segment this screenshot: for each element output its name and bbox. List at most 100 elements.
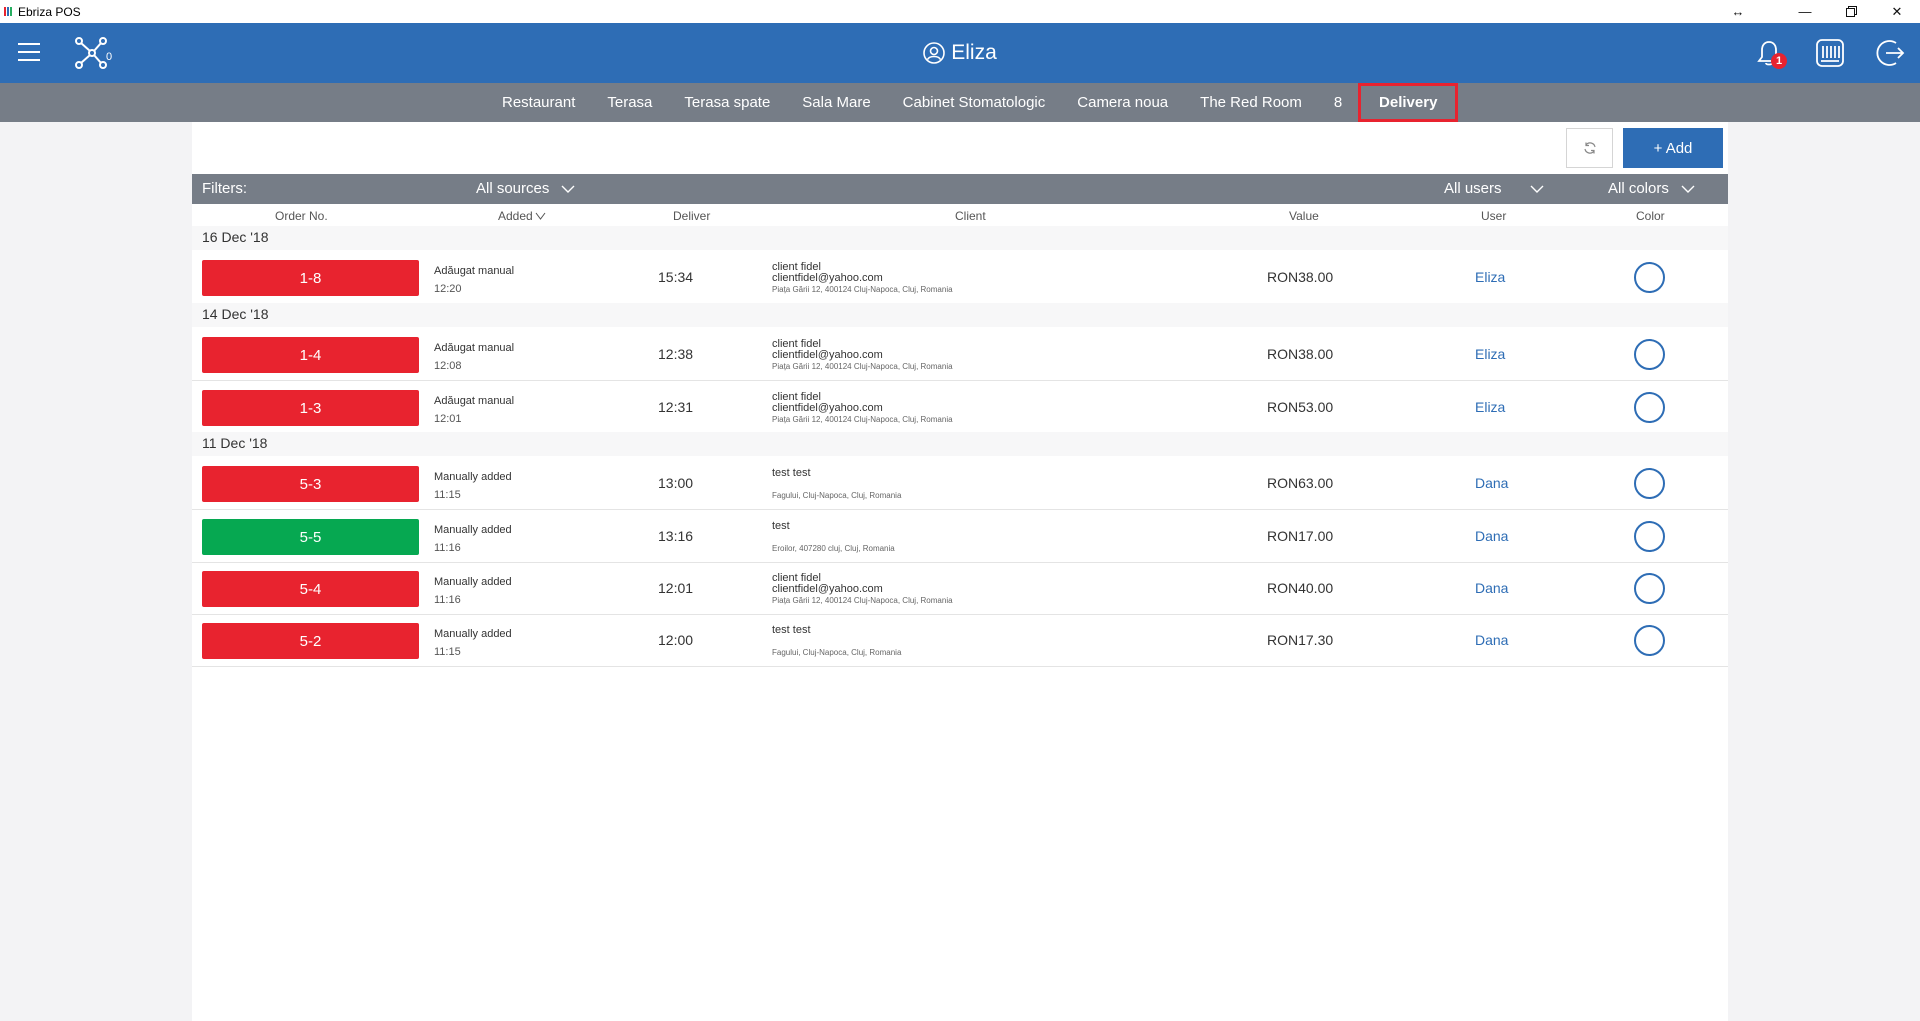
current-user-name[interactable]: Eliza <box>951 41 997 65</box>
network-icon[interactable]: 0 <box>73 35 115 71</box>
client-email: clientfidel@yahoo.com <box>772 272 883 284</box>
client-address: Piața Gării 12, 400124 Cluj-Napoca, Cluj… <box>772 415 953 424</box>
added-by: Manually added <box>434 576 512 588</box>
tab-terasa-spate[interactable]: Terasa spate <box>668 83 786 122</box>
order-number[interactable]: 1-4 <box>202 337 419 373</box>
users-filter[interactable]: All users <box>1444 180 1544 197</box>
sort-desc-icon <box>535 212 546 220</box>
client-name: test <box>772 520 790 532</box>
table-row[interactable]: 5-3 Manually added 11:15 13:00 test test Fagu… <box>192 458 1728 510</box>
added-time: 11:16 <box>434 594 461 606</box>
deliver-time: 13:00 <box>658 475 694 491</box>
color-picker[interactable] <box>1634 468 1665 499</box>
color-picker[interactable] <box>1634 392 1665 423</box>
client-email: clientfidel@yahoo.com <box>772 583 883 595</box>
group-date: 11 Dec '18 <box>192 432 1728 456</box>
users-filter-value: All users <box>1444 180 1502 197</box>
table-header: Order No. Added Deliver Client Value Use… <box>192 204 1728 226</box>
tab-the-red-room[interactable]: The Red Room <box>1184 83 1318 122</box>
color-picker[interactable] <box>1634 625 1665 656</box>
added-cell: Manually added 11:15 <box>434 625 512 661</box>
col-deliver[interactable]: Deliver <box>673 209 710 223</box>
table-row[interactable]: 5-2 Manually added 11:15 12:00 test test Fagu… <box>192 615 1728 667</box>
sources-filter[interactable]: All sources <box>476 180 575 197</box>
col-order-no[interactable]: Order No. <box>275 209 328 223</box>
client-address: Eroilor, 407280 cluj, Cluj, Romania <box>772 544 895 553</box>
resize-icon[interactable]: ↔ <box>1726 0 1750 23</box>
added-time: 11:15 <box>434 489 461 501</box>
table-row[interactable]: 1-3 Adăugat manual 12:01 12:31 client fidel c… <box>192 382 1728 434</box>
client-cell: client fidel clientfidel@yahoo.com Piața G… <box>772 573 953 606</box>
chevron-down-icon <box>561 185 575 193</box>
restore-icon[interactable] <box>1828 0 1874 23</box>
tab-terasa[interactable]: Terasa <box>591 83 668 122</box>
added-by: Adăugat manual <box>434 265 515 277</box>
order-user[interactable]: Dana <box>1475 475 1508 491</box>
added-cell: Manually added 11:15 <box>434 468 512 504</box>
color-picker[interactable] <box>1634 573 1665 604</box>
filters-label: Filters: <box>202 180 247 197</box>
order-number[interactable]: 5-2 <box>202 623 419 659</box>
menu-icon[interactable] <box>18 43 40 61</box>
client-name: test test <box>772 624 811 636</box>
deliver-time: 12:00 <box>658 632 694 648</box>
order-number[interactable]: 5-4 <box>202 571 419 607</box>
group-date: 14 Dec '18 <box>192 303 1728 327</box>
add-order-button[interactable]: + Add <box>1623 128 1723 168</box>
order-value: RON40.00 <box>1267 580 1334 596</box>
client-cell: test Eroilor, 407280 cluj, Cluj, Romania <box>772 521 895 554</box>
app-logo-icon <box>4 7 12 16</box>
order-user[interactable]: Eliza <box>1475 269 1505 285</box>
client-name: test test <box>772 467 811 479</box>
color-picker[interactable] <box>1634 521 1665 552</box>
table-row[interactable]: 5-4 Manually added 11:16 12:01 client fidel c… <box>192 563 1728 615</box>
order-number[interactable]: 5-5 <box>202 519 419 555</box>
tab-delivery[interactable]: Delivery <box>1358 83 1459 122</box>
added-time: 12:08 <box>434 360 462 372</box>
colors-filter-value: All colors <box>1608 180 1669 197</box>
order-number[interactable]: 1-3 <box>202 390 419 426</box>
order-user[interactable]: Dana <box>1475 528 1508 544</box>
order-user[interactable]: Dana <box>1475 632 1508 648</box>
refresh-button[interactable] <box>1566 128 1613 168</box>
table-row[interactable]: 5-5 Manually added 11:16 13:16 test Eroilor, … <box>192 511 1728 563</box>
added-cell: Adăugat manual 12:01 <box>434 392 514 428</box>
added-time: 12:20 <box>434 283 462 295</box>
colors-filter[interactable]: All colors <box>1608 180 1695 197</box>
added-by: Adăugat manual <box>434 342 515 354</box>
tab-cabinet-stomatologic[interactable]: Cabinet Stomatologic <box>887 83 1062 122</box>
color-picker[interactable] <box>1634 339 1665 370</box>
logout-icon[interactable] <box>1872 34 1910 72</box>
bell-icon[interactable]: 1 <box>1750 34 1788 72</box>
tab-camera-noua[interactable]: Camera noua <box>1061 83 1184 122</box>
order-user[interactable]: Eliza <box>1475 399 1505 415</box>
table-row[interactable]: 1-4 Adăugat manual 12:08 12:38 client fidel c… <box>192 329 1728 381</box>
filters-bar: Filters: All sources All users All color… <box>192 174 1728 204</box>
order-value: RON63.00 <box>1267 475 1334 491</box>
col-client[interactable]: Client <box>955 209 986 223</box>
col-color[interactable]: Color <box>1636 209 1665 223</box>
app-header: 0 Eliza 1 <box>0 23 1920 83</box>
client-email: clientfidel@yahoo.com <box>772 402 883 414</box>
tab-sala-mare[interactable]: Sala Mare <box>786 83 886 122</box>
order-number[interactable]: 1-8 <box>202 260 419 296</box>
svg-text:0: 0 <box>106 51 112 63</box>
tab-8[interactable]: 8 <box>1318 83 1358 122</box>
tab-restaurant[interactable]: Restaurant <box>486 83 591 122</box>
added-time: 11:15 <box>434 646 461 658</box>
order-user[interactable]: Eliza <box>1475 346 1505 362</box>
area-tabs: Restaurant Terasa Terasa spate Sala Mare… <box>0 83 1920 122</box>
client-cell: client fidel clientfidel@yahoo.com Piața G… <box>772 392 953 425</box>
close-icon[interactable]: ✕ <box>1874 0 1920 23</box>
order-user[interactable]: Dana <box>1475 580 1508 596</box>
order-number[interactable]: 5-3 <box>202 466 419 502</box>
minimize-icon[interactable]: — <box>1782 0 1828 23</box>
col-value[interactable]: Value <box>1289 209 1319 223</box>
table-row[interactable]: 1-8 Adăugat manual 12:20 15:34 client fidel c… <box>192 252 1728 304</box>
col-user[interactable]: User <box>1481 209 1506 223</box>
color-picker[interactable] <box>1634 262 1665 293</box>
delivery-panel: + Add Filters: All sources All users All… <box>192 122 1728 1021</box>
keyboard-icon[interactable] <box>1811 34 1849 72</box>
client-email: clientfidel@yahoo.com <box>772 349 883 361</box>
col-added[interactable]: Added <box>498 209 546 223</box>
